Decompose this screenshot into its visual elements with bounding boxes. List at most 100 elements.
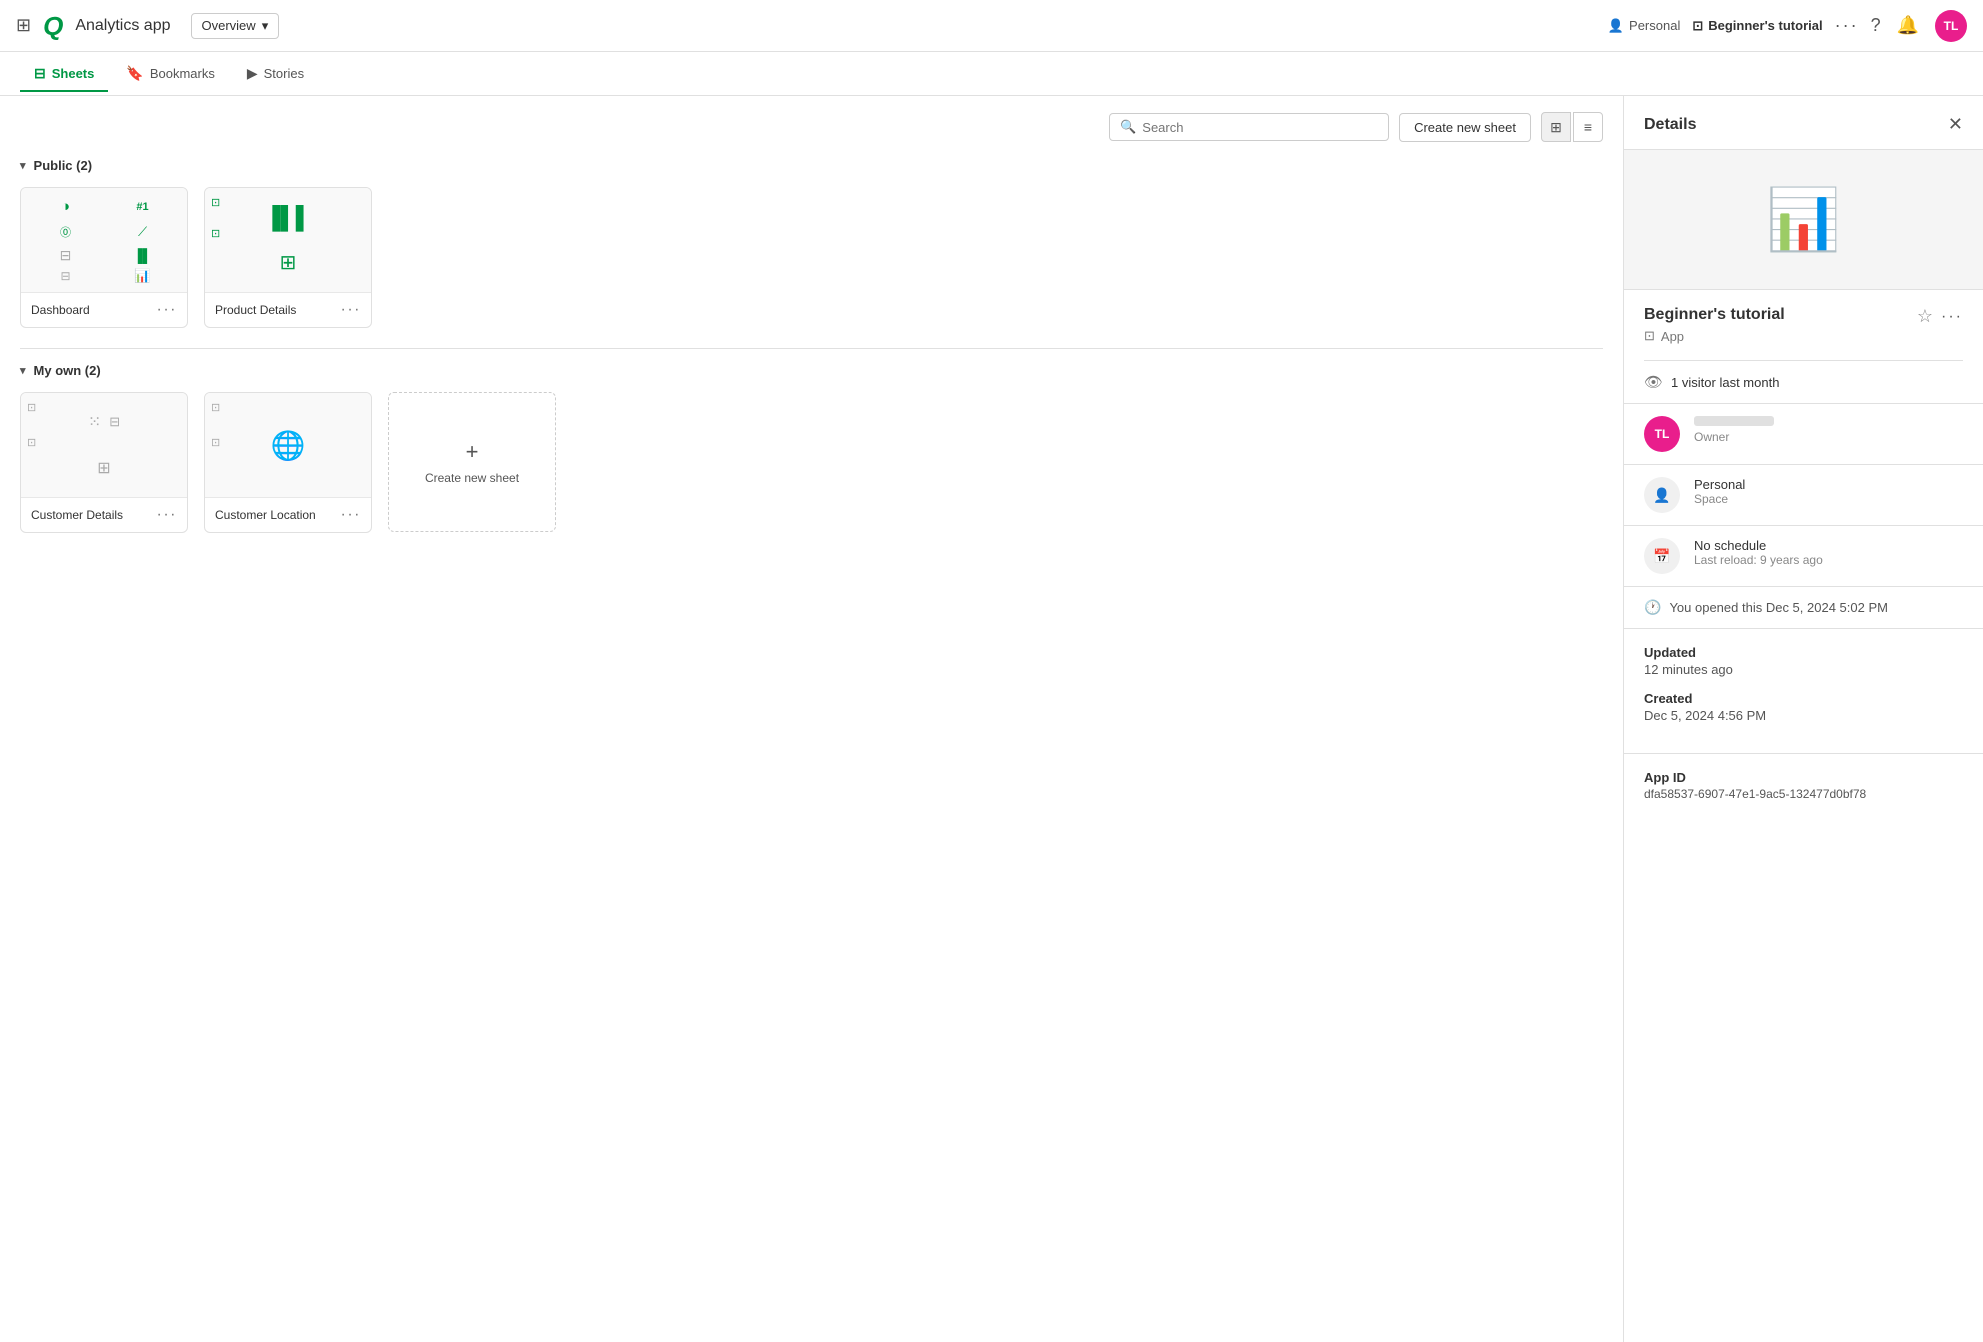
app-name: Analytics app bbox=[75, 17, 170, 35]
thumb-cell-2: #1 bbox=[106, 196, 179, 218]
dashboard-menu-button[interactable]: ··· bbox=[157, 301, 177, 319]
tabbar: ⊟ Sheets 🔖 Bookmarks ▶ Stories bbox=[0, 52, 1983, 96]
panel-space-row: 👤 Personal Space bbox=[1624, 465, 1983, 526]
qlik-logo: Q bbox=[43, 13, 63, 39]
customer-details-menu-button[interactable]: ··· bbox=[157, 506, 177, 524]
navbar: ⊞ Q Analytics app Overview ▾ 👤 Personal … bbox=[0, 0, 1983, 52]
create-plus-icon: + bbox=[466, 439, 479, 465]
panel-meta: Updated 12 minutes ago Created Dec 5, 20… bbox=[1624, 629, 1983, 754]
owner-label: Owner bbox=[1694, 430, 1963, 444]
panel-action-row: ☆ ··· bbox=[1917, 306, 1963, 327]
thumb-cell-3: ⓪ bbox=[29, 222, 102, 244]
notifications-icon[interactable]: 🔔 bbox=[1897, 15, 1919, 36]
public-sheets-grid: ◑ #1 ⓪ ⟋ ⊟ bbox=[20, 187, 1603, 328]
eye-icon: 👁 bbox=[1644, 373, 1663, 391]
panel-preview: 📊 bbox=[1624, 150, 1983, 290]
section-myown-header[interactable]: ▾ My own (2) bbox=[20, 363, 1603, 378]
section-public-header[interactable]: ▾ Public (2) bbox=[20, 158, 1603, 173]
tab-stories-label: Stories bbox=[264, 66, 304, 81]
panel-more-button[interactable]: ··· bbox=[1941, 308, 1963, 326]
search-input[interactable] bbox=[1142, 120, 1378, 135]
thumb-cell-1: ◑ bbox=[29, 196, 102, 218]
location-thumbnail: 🌐 ⊡ ⊡ bbox=[205, 393, 371, 497]
side-panel: Details ✕ 📊 Beginner's tutorial ⊡ App ☆ … bbox=[1623, 96, 1983, 1342]
tab-stories[interactable]: ▶ Stories bbox=[233, 57, 318, 92]
owner-avatar-initials: TL bbox=[1655, 427, 1670, 441]
sheet-card-customer-location[interactable]: 🌐 ⊡ ⊡ Customer Location ··· bbox=[204, 392, 372, 533]
toolbar: 🔍 Create new sheet ⊞ ≡ bbox=[20, 112, 1603, 142]
dropdown-label: Overview bbox=[202, 18, 256, 33]
bookmarks-icon: 🔖 bbox=[126, 65, 143, 82]
preview-app-icon: 📊 bbox=[1766, 184, 1841, 255]
myown-sheets-grid: ⁙ ⊟ ⊞ ⊡ ⊡ Customer Details ··· bbox=[20, 392, 1603, 533]
owner-name-placeholder bbox=[1694, 416, 1774, 426]
dashboard-name: Dashboard bbox=[31, 303, 90, 317]
space-label: Space bbox=[1694, 492, 1963, 506]
product-thumb-top: ▐▌▌ bbox=[215, 198, 361, 237]
person-space-icon: 👤 bbox=[1653, 487, 1670, 504]
last-reload: Last reload: 9 years ago bbox=[1694, 553, 1963, 567]
favorite-button[interactable]: ☆ bbox=[1917, 306, 1933, 327]
view-toggle: ⊞ ≡ bbox=[1541, 112, 1603, 142]
panel-app-section: Beginner's tutorial ⊡ App ☆ ··· bbox=[1624, 290, 1983, 360]
section-public-label: Public (2) bbox=[34, 158, 93, 173]
schedule-info: No schedule Last reload: 9 years ago bbox=[1694, 538, 1963, 567]
space-info: Personal Space bbox=[1694, 477, 1963, 506]
grid-menu-icon[interactable]: ⊞ bbox=[16, 15, 31, 36]
product-details-name: Product Details bbox=[215, 303, 296, 317]
space-icon-wrap: 👤 bbox=[1644, 477, 1680, 513]
user-avatar[interactable]: TL bbox=[1935, 10, 1967, 42]
customer-details-footer: Customer Details ··· bbox=[21, 497, 187, 532]
tab-bookmarks[interactable]: 🔖 Bookmarks bbox=[112, 57, 228, 92]
section-public-chevron: ▾ bbox=[20, 159, 26, 172]
sheet-card-product-details[interactable]: ▐▌▌ ⊞ ⊡ ⊡ Product Details ··· bbox=[204, 187, 372, 328]
view-dropdown[interactable]: Overview ▾ bbox=[191, 13, 280, 39]
sheet-card-dashboard[interactable]: ◑ #1 ⓪ ⟋ ⊟ bbox=[20, 187, 188, 328]
panel-close-button[interactable]: ✕ bbox=[1948, 114, 1963, 135]
create-new-sheet-card[interactable]: + Create new sheet bbox=[388, 392, 556, 532]
search-icon: 🔍 bbox=[1120, 119, 1136, 135]
created-row: Created Dec 5, 2024 4:56 PM bbox=[1644, 691, 1963, 723]
avatar-initials: TL bbox=[1944, 19, 1959, 33]
product-footer: Product Details ··· bbox=[205, 292, 371, 327]
create-sheet-button[interactable]: Create new sheet bbox=[1399, 113, 1531, 142]
thumb-cell-8: 📊 bbox=[106, 268, 179, 284]
appid-value: dfa58537-6907-47e1-9ac5-132477d0bf78 bbox=[1644, 787, 1963, 801]
product-menu-button[interactable]: ··· bbox=[341, 301, 361, 319]
panel-title: Details bbox=[1644, 116, 1696, 134]
schedule-label: No schedule bbox=[1694, 538, 1963, 553]
product-thumb-bottom: ⊞ bbox=[215, 243, 361, 282]
thumb-cell-7: ⊟ bbox=[29, 268, 102, 284]
search-box[interactable]: 🔍 bbox=[1109, 113, 1389, 141]
app-type-icon: ⊡ bbox=[1644, 328, 1655, 344]
tab-sheets[interactable]: ⊟ Sheets bbox=[20, 57, 108, 92]
thumb-cell-6: ▐▌ bbox=[106, 247, 179, 264]
customer-details-name: Customer Details bbox=[31, 508, 123, 522]
panel-header: Details ✕ bbox=[1624, 96, 1983, 150]
sheet-card-customer-details[interactable]: ⁙ ⊟ ⊞ ⊡ ⊡ Customer Details ··· bbox=[20, 392, 188, 533]
panel-app-type: App bbox=[1661, 329, 1684, 344]
help-icon[interactable]: ? bbox=[1871, 15, 1881, 36]
panel-owner-row: TL Owner bbox=[1624, 404, 1983, 465]
panel-appid: App ID dfa58537-6907-47e1-9ac5-132477d0b… bbox=[1624, 754, 1983, 817]
dashboard-thumbnail: ◑ #1 ⓪ ⟋ ⊟ bbox=[21, 188, 187, 292]
personal-space-button[interactable]: 👤 Personal bbox=[1608, 18, 1681, 34]
person-icon: 👤 bbox=[1608, 18, 1624, 34]
dashboard-footer: Dashboard ··· bbox=[21, 292, 187, 327]
grid-view-button[interactable]: ⊞ bbox=[1541, 112, 1571, 142]
tutorial-button[interactable]: ⊡ Beginner's tutorial bbox=[1692, 18, 1822, 34]
updated-value: 12 minutes ago bbox=[1644, 662, 1963, 677]
thumb-cell-4: ⟋ bbox=[106, 222, 179, 244]
opened-text: You opened this Dec 5, 2024 5:02 PM bbox=[1669, 600, 1888, 615]
app-icon: ⊡ bbox=[1692, 18, 1703, 34]
more-options-button[interactable]: ··· bbox=[1835, 15, 1859, 36]
location-menu-button[interactable]: ··· bbox=[341, 506, 361, 524]
created-label: Created bbox=[1644, 691, 1963, 706]
created-value: Dec 5, 2024 4:56 PM bbox=[1644, 708, 1963, 723]
updated-label: Updated bbox=[1644, 645, 1963, 660]
updated-row: Updated 12 minutes ago bbox=[1644, 645, 1963, 677]
customer-location-name: Customer Location bbox=[215, 508, 316, 522]
visitor-count-text: 1 visitor last month bbox=[1671, 375, 1779, 390]
list-view-button[interactable]: ≡ bbox=[1573, 112, 1603, 142]
panel-visitor-stats: 👁 1 visitor last month bbox=[1624, 361, 1983, 404]
